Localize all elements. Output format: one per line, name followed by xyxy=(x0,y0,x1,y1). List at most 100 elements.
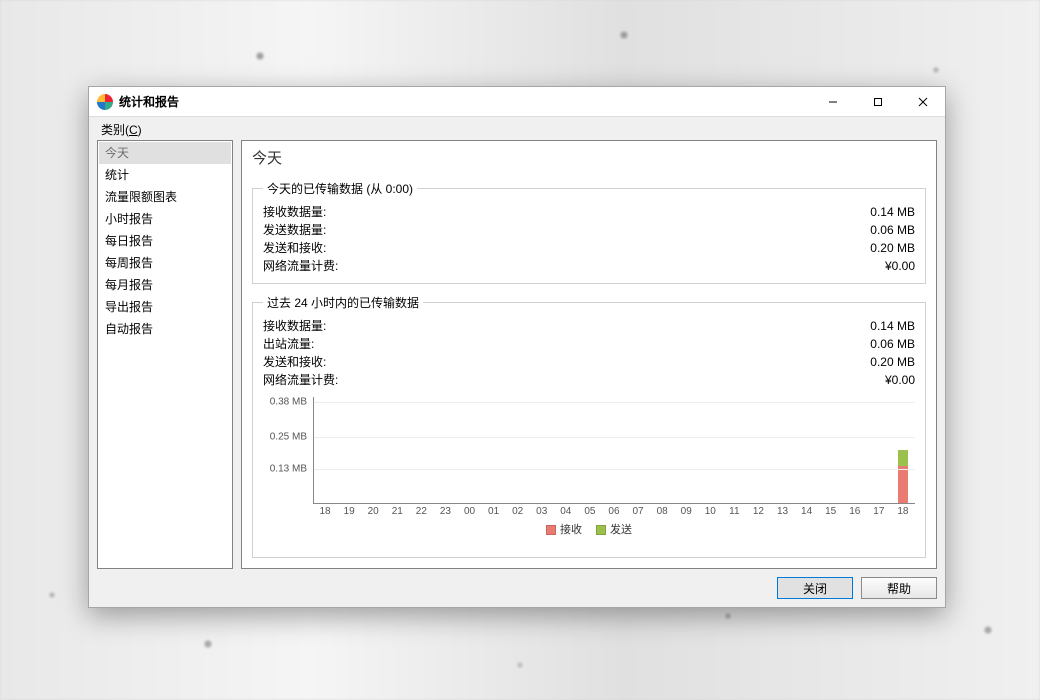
window-title: 统计和报告 xyxy=(119,93,179,110)
bar-column xyxy=(891,397,915,503)
bar-column xyxy=(530,397,554,503)
table-row: 发送数据量:0.06 MB xyxy=(263,221,915,239)
client-area: 类别(C) 今天统计流量限额图表小时报告每日报告每周报告每月报告导出报告自动报告… xyxy=(89,117,945,607)
sidebar-item[interactable]: 每周报告 xyxy=(99,252,231,274)
table-row: 出站流量:0.06 MB xyxy=(263,335,915,353)
group-24h: 过去 24 小时内的已传输数据 接收数据量:0.14 MB出站流量:0.06 M… xyxy=(252,294,926,558)
x-tick-label: 08 xyxy=(650,506,674,517)
sidebar-item[interactable]: 小时报告 xyxy=(99,208,231,230)
group-today-legend: 今天的已传输数据 (从 0:00) xyxy=(263,180,417,197)
sidebar-item[interactable]: 每日报告 xyxy=(99,230,231,252)
bar-send xyxy=(898,450,908,466)
row-value: 0.06 MB xyxy=(672,335,915,353)
row-label: 网络流量计费: xyxy=(263,257,672,275)
table-row: 接收数据量:0.14 MB xyxy=(263,317,915,335)
category-label: 类别(C) xyxy=(97,121,937,140)
bar-column xyxy=(482,397,506,503)
bar-column xyxy=(627,397,651,503)
x-tick-label: 23 xyxy=(433,506,457,517)
sidebar-item[interactable]: 自动报告 xyxy=(99,318,231,340)
category-label-suffix: ) xyxy=(138,123,142,137)
bar-column xyxy=(506,397,530,503)
bar-column xyxy=(795,397,819,503)
sidebar-item[interactable]: 今天 xyxy=(99,142,231,164)
row-label: 接收数据量: xyxy=(263,203,672,221)
x-tick-label: 22 xyxy=(409,506,433,517)
x-tick-label: 03 xyxy=(530,506,554,517)
bar-column xyxy=(458,397,482,503)
x-tick-label: 07 xyxy=(626,506,650,517)
bar-column xyxy=(843,397,867,503)
row-value: ¥0.00 xyxy=(672,371,915,389)
x-tick-label: 13 xyxy=(770,506,794,517)
minimize-button[interactable] xyxy=(810,87,855,117)
sidebar-item[interactable]: 导出报告 xyxy=(99,296,231,318)
row-value: 0.14 MB xyxy=(672,203,915,221)
group-today: 今天的已传输数据 (从 0:00) 接收数据量:0.14 MB发送数据量:0.0… xyxy=(252,180,926,284)
bar-column xyxy=(554,397,578,503)
bar-column xyxy=(867,397,891,503)
x-tick-label: 17 xyxy=(867,506,891,517)
bar-column xyxy=(819,397,843,503)
bar-column xyxy=(362,397,386,503)
sidebar-item[interactable]: 每月报告 xyxy=(99,274,231,296)
legend-label-send: 发送 xyxy=(610,524,632,536)
x-tick-label: 18 xyxy=(891,506,915,517)
maximize-button[interactable] xyxy=(855,87,900,117)
row-label: 发送和接收: xyxy=(263,353,672,371)
legend-label-recv: 接收 xyxy=(560,524,582,536)
close-button[interactable] xyxy=(900,87,945,117)
bar-column xyxy=(747,397,771,503)
bar-column xyxy=(699,397,723,503)
x-tick-label: 05 xyxy=(578,506,602,517)
table-row: 网络流量计费:¥0.00 xyxy=(263,257,915,275)
bar-column xyxy=(410,397,434,503)
help-button[interactable]: 帮助 xyxy=(861,577,937,599)
chart-x-axis: 1819202122230001020304050607080910111213… xyxy=(313,504,915,517)
y-tick-label: 0.25 MB xyxy=(270,432,307,443)
bar-column xyxy=(675,397,699,503)
bar-column xyxy=(771,397,795,503)
table-today: 接收数据量:0.14 MB发送数据量:0.06 MB发送和接收:0.20 MB网… xyxy=(263,203,915,275)
row-value: 0.20 MB xyxy=(672,239,915,257)
legend-swatch-send xyxy=(596,525,606,535)
category-sidebar[interactable]: 今天统计流量限额图表小时报告每日报告每周报告每月报告导出报告自动报告 xyxy=(97,140,233,569)
table-row: 接收数据量:0.14 MB xyxy=(263,203,915,221)
category-label-hotkey: C xyxy=(129,123,138,137)
bar-recv xyxy=(898,466,908,503)
row-value: 0.06 MB xyxy=(672,221,915,239)
row-value: 0.20 MB xyxy=(672,353,915,371)
row-label: 出站流量: xyxy=(263,335,672,353)
stats-window: 统计和报告 类别(C) 今天统计流量限额图表小时报告每日报告每周报告每月报告导出… xyxy=(88,86,946,608)
sidebar-item[interactable]: 统计 xyxy=(99,164,231,186)
sidebar-item[interactable]: 流量限额图表 xyxy=(99,186,231,208)
x-tick-label: 11 xyxy=(722,506,746,517)
close-dialog-button[interactable]: 关闭 xyxy=(777,577,853,599)
x-tick-label: 00 xyxy=(457,506,481,517)
x-tick-label: 12 xyxy=(746,506,770,517)
x-tick-label: 10 xyxy=(698,506,722,517)
bar-column xyxy=(723,397,747,503)
row-value: ¥0.00 xyxy=(672,257,915,275)
content-pane: 今天 今天的已传输数据 (从 0:00) 接收数据量:0.14 MB发送数据量:… xyxy=(241,140,937,569)
x-tick-label: 09 xyxy=(674,506,698,517)
category-label-prefix: 类别( xyxy=(101,123,129,137)
titlebar[interactable]: 统计和报告 xyxy=(89,87,945,117)
x-tick-label: 15 xyxy=(819,506,843,517)
row-value: 0.14 MB xyxy=(672,317,915,335)
x-tick-label: 19 xyxy=(337,506,361,517)
table-row: 发送和接收:0.20 MB xyxy=(263,239,915,257)
table-row: 网络流量计费:¥0.00 xyxy=(263,371,915,389)
x-tick-label: 14 xyxy=(795,506,819,517)
bar-column xyxy=(651,397,675,503)
bar-column xyxy=(603,397,627,503)
bar-column xyxy=(434,397,458,503)
chart-24h: 0.13 MB0.25 MB0.38 MB 181920212223000102… xyxy=(263,397,915,537)
x-tick-label: 01 xyxy=(482,506,506,517)
table-24h: 接收数据量:0.14 MB出站流量:0.06 MB发送和接收:0.20 MB网络… xyxy=(263,317,915,389)
row-label: 接收数据量: xyxy=(263,317,672,335)
row-label: 发送和接收: xyxy=(263,239,672,257)
dialog-footer: 关闭 帮助 xyxy=(97,569,937,599)
row-label: 网络流量计费: xyxy=(263,371,672,389)
x-tick-label: 04 xyxy=(554,506,578,517)
